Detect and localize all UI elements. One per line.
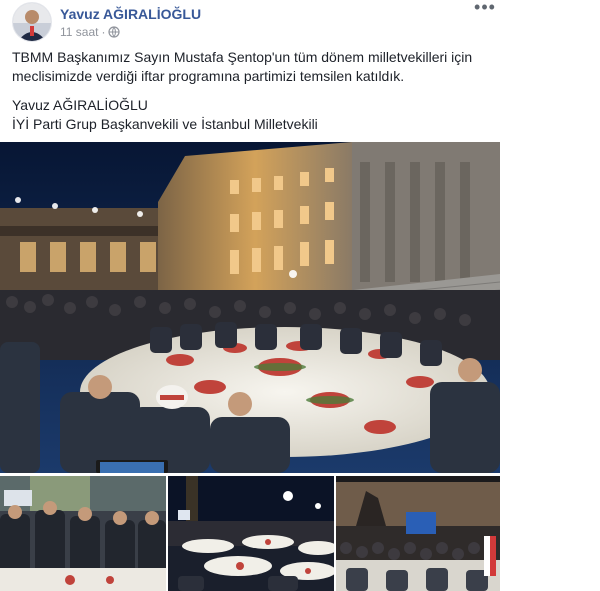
post-body: TBMM Başkanımız Sayın Mustafa Şentop'un …	[12, 48, 490, 134]
post-message: TBMM Başkanımız Sayın Mustafa Şentop'un …	[12, 49, 473, 84]
signature-title: İYİ Parti Grup Başkanvekili ve İstanbul …	[12, 116, 318, 132]
author-name[interactable]: Yavuz AĞIRALİOĞLU	[60, 6, 201, 22]
post-meta: 11 saat ·	[60, 25, 121, 41]
more-options-icon[interactable]: •••	[474, 0, 496, 18]
post-header: Yavuz AĞIRALİOĞLU 11 saat · •••	[12, 0, 502, 42]
thumb-photo-2[interactable]	[168, 476, 334, 591]
main-photo[interactable]	[0, 142, 500, 473]
globe-icon	[108, 26, 121, 41]
timestamp[interactable]: 11 saat	[60, 25, 98, 39]
thumb-photo-1[interactable]	[0, 476, 166, 591]
meta-separator: ·	[101, 25, 106, 39]
photo-gallery	[0, 142, 500, 591]
author-avatar[interactable]	[12, 2, 52, 42]
facebook-post: Yavuz AĞIRALİOĞLU 11 saat · ••• TBMM Başk…	[0, 0, 600, 591]
post-signature: Yavuz AĞIRALİOĞLU İYİ Parti Grup Başkanve…	[12, 96, 490, 134]
signature-name: Yavuz AĞIRALİOĞLU	[12, 97, 148, 113]
thumb-photo-3[interactable]	[336, 476, 500, 591]
